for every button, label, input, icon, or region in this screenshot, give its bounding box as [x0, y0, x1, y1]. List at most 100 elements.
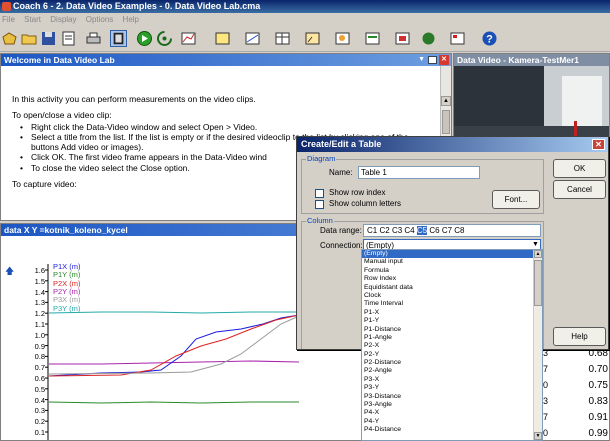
- menu-file[interactable]: File: [2, 15, 15, 24]
- model-tool-icon[interactable]: [334, 30, 351, 47]
- legend-p3y: P3Y (m): [53, 303, 81, 313]
- column-c4[interactable]: C4: [404, 226, 414, 235]
- connection-option[interactable]: P3-X: [362, 376, 542, 384]
- data-range-label: Data range:: [320, 226, 362, 235]
- table-tool-icon[interactable]: [274, 30, 291, 47]
- window-title-bar: Coach 6 - 2. Data Video Examples - 0. Da…: [0, 0, 610, 13]
- intro-paragraph: In this activity you can perform measure…: [12, 94, 256, 104]
- print-icon[interactable]: [85, 30, 102, 47]
- help-button[interactable]: Help: [553, 327, 606, 346]
- video-tool-icon[interactable]: [394, 30, 411, 47]
- open-video-heading: To open/close a video clip:: [12, 110, 112, 121]
- connection-option[interactable]: P1-X: [362, 309, 542, 317]
- diagram-group: Diagram Name: Table 1 Show row index Sho…: [301, 154, 544, 214]
- start-measurement-icon[interactable]: [136, 30, 153, 47]
- film-strip-icon[interactable]: [110, 30, 127, 47]
- menu-start[interactable]: Start: [24, 15, 41, 24]
- column-c8[interactable]: C8: [454, 226, 464, 235]
- open-folder-icon[interactable]: [21, 30, 38, 47]
- value-tool-icon[interactable]: [214, 30, 231, 47]
- panel-menu-chevron-icon[interactable]: ▼: [418, 56, 425, 63]
- connection-options[interactable]: (Empty) Manual input Formula Row Index Equid…: [362, 250, 542, 435]
- coach-app-icon: [2, 2, 11, 11]
- show-row-index-checkbox[interactable]: [315, 189, 324, 198]
- ok-button[interactable]: OK: [553, 159, 606, 178]
- help-icon[interactable]: ?: [481, 30, 498, 47]
- connection-option[interactable]: Formula: [362, 267, 542, 275]
- connection-option[interactable]: P1-Y: [362, 317, 542, 325]
- table-cell: 7: [543, 364, 549, 374]
- column-c2[interactable]: C2: [379, 226, 389, 235]
- column-c5-selected[interactable]: C5: [416, 226, 428, 235]
- table-cell: 0: [543, 428, 549, 438]
- connection-dropdown-list[interactable]: (Empty) Manual input Formula Row Index Equid…: [361, 249, 543, 441]
- font-button[interactable]: Font...: [492, 190, 540, 209]
- timer-icon[interactable]: [156, 30, 173, 47]
- connection-label: Connection:: [320, 241, 363, 250]
- dropdown-scroll-thumb[interactable]: [534, 260, 542, 306]
- cancel-button[interactable]: Cancel: [553, 180, 606, 199]
- table-cell: 0.83: [588, 396, 608, 407]
- series-p3y-line: [48, 311, 299, 314]
- dropdown-scroll-up-icon[interactable]: ▲: [534, 250, 542, 258]
- column-c6[interactable]: C6: [429, 226, 439, 235]
- connection-option[interactable]: P1-Distance: [362, 326, 542, 334]
- window-title: Coach 6 - 2. Data Video Examples - 0. Da…: [13, 1, 261, 11]
- connection-option[interactable]: P1-Angle: [362, 334, 542, 342]
- connection-option[interactable]: P2-X: [362, 342, 542, 350]
- menu-bar: File Start Display Options Help: [0, 13, 610, 26]
- dialog-title: Create/Edit a Table: [297, 137, 608, 152]
- maximize-panel-icon[interactable]: [428, 56, 437, 64]
- menu-display[interactable]: Display: [50, 15, 76, 24]
- dropdown-scrollbar[interactable]: ▲ ▼: [533, 250, 542, 440]
- diagram-tool-icon[interactable]: [244, 30, 261, 47]
- column-c1[interactable]: C1: [367, 226, 377, 235]
- connection-option[interactable]: Row Index: [362, 275, 542, 283]
- new-activity-icon[interactable]: [1, 30, 18, 47]
- name-label: Name:: [329, 168, 353, 177]
- connection-option[interactable]: P4-X: [362, 409, 542, 417]
- show-column-letters-label: Show column letters: [329, 199, 402, 208]
- connection-option[interactable]: P2-Distance: [362, 359, 542, 367]
- connection-option[interactable]: Manual input: [362, 258, 542, 266]
- dialog-close-icon[interactable]: ✕: [592, 139, 605, 150]
- connection-option[interactable]: P3-Y: [362, 384, 542, 392]
- dropdown-scroll-down-icon[interactable]: ▼: [534, 432, 542, 440]
- connection-option[interactable]: P2-Angle: [362, 367, 542, 375]
- menu-help[interactable]: Help: [123, 15, 139, 24]
- connection-option[interactable]: P4-Y: [362, 418, 542, 426]
- scroll-up-arrow-icon[interactable]: ▲: [441, 96, 451, 106]
- text-tool-icon[interactable]: [364, 30, 381, 47]
- save-icon[interactable]: [40, 30, 57, 47]
- scroll-thumb[interactable]: [442, 110, 450, 134]
- connection-option[interactable]: P3-Distance: [362, 393, 542, 401]
- image-tool-icon[interactable]: [420, 30, 437, 47]
- connection-option[interactable]: (Empty): [362, 250, 542, 259]
- connection-option[interactable]: P4-Distance: [362, 426, 542, 434]
- menu-options[interactable]: Options: [86, 15, 114, 24]
- svg-text:?: ?: [486, 34, 493, 46]
- show-column-letters-checkbox[interactable]: [315, 200, 324, 209]
- html-tool-icon[interactable]: [449, 30, 466, 47]
- table-cell: 0: [543, 380, 549, 390]
- video-panel-title: Data Video - Kamera-TestMer1: [454, 54, 609, 66]
- connection-option[interactable]: P3-Angle: [362, 401, 542, 409]
- column-c7[interactable]: C7: [442, 226, 452, 235]
- connection-option[interactable]: Time Interval: [362, 300, 542, 308]
- notebook-icon[interactable]: [60, 30, 77, 47]
- connection-option[interactable]: Clock: [362, 292, 542, 300]
- table-cell: 7: [543, 412, 549, 422]
- connection-option[interactable]: Equidistant data: [362, 284, 542, 292]
- instruction-item: Right click the Data-Video window and se…: [12, 122, 432, 133]
- table-cell: 3: [543, 396, 549, 406]
- dropdown-chevron-icon[interactable]: ▼: [532, 241, 539, 248]
- table-name-input[interactable]: Table 1: [358, 166, 480, 179]
- column-group-title: Column: [306, 216, 334, 225]
- toolbar: ?: [0, 26, 610, 52]
- data-range-field[interactable]: C1 C2 C3 C4 C5 C6 C7 C8: [363, 224, 541, 237]
- connection-option[interactable]: P2-Y: [362, 351, 542, 359]
- meter-tool-icon[interactable]: [304, 30, 321, 47]
- graph-tool-icon[interactable]: [180, 30, 197, 47]
- column-c3[interactable]: C3: [392, 226, 402, 235]
- close-panel-icon[interactable]: ✕: [439, 55, 449, 65]
